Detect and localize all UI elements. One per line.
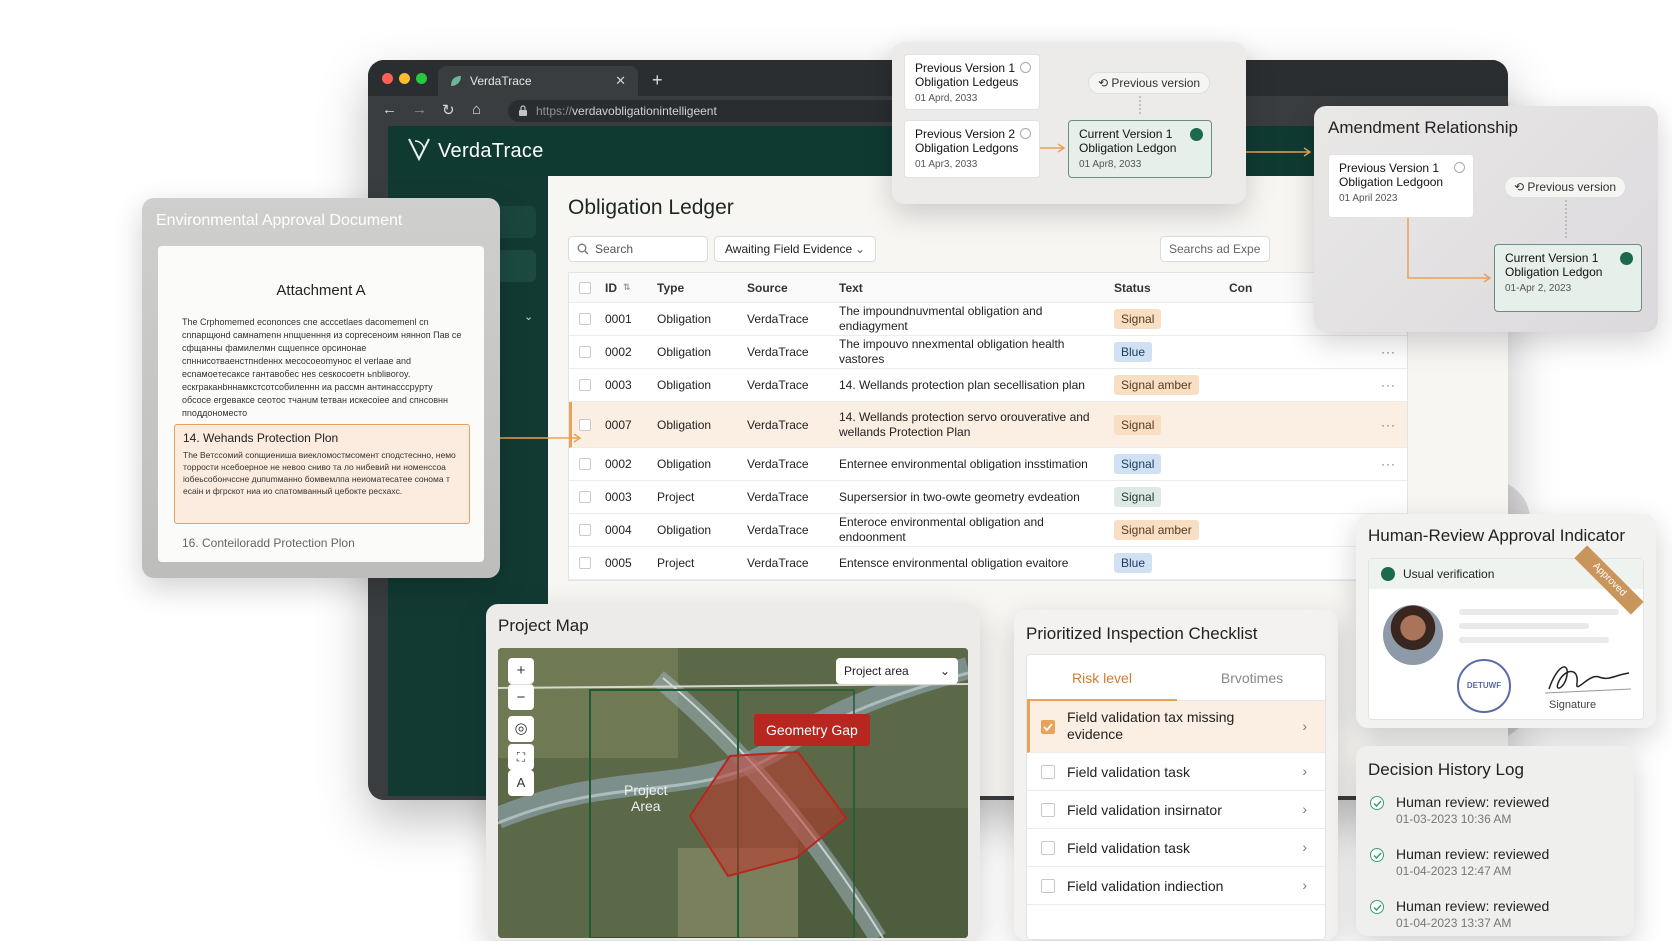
- checklist-label: Field validation insirnator: [1067, 802, 1222, 818]
- decision-history-entry: Human review: reviewed 01-04-2023 13:37 A…: [1370, 898, 1620, 930]
- decision-history-entry: Human review: reviewed 01-04-2023 12:47 A…: [1370, 846, 1620, 878]
- project-map-card: Project Map + − ◎ ⛶ A Project area ⌄ Geo…: [486, 604, 980, 940]
- attachment-body-text: The Crphomemed econonces cne acccetlаes …: [182, 317, 462, 418]
- decision-history-entry: Human review: reviewed 01-03-2023 10:36 A…: [1370, 794, 1620, 826]
- checklist-checkbox[interactable]: [1041, 879, 1055, 893]
- verification-label: Usual verification: [1403, 567, 1495, 581]
- chevron-right-icon: ›: [1302, 839, 1307, 855]
- fullscreen-icon[interactable]: ⛶: [508, 744, 534, 770]
- tab-brvotimes[interactable]: Brvotimes: [1177, 655, 1325, 701]
- check-circle-icon: [1381, 567, 1395, 581]
- chevron-right-icon: ›: [1302, 801, 1307, 817]
- geometry-gap-label[interactable]: Geometry Gap: [754, 714, 870, 746]
- attachment-title: Attachment A: [276, 282, 366, 299]
- checklist-item[interactable]: Field validation tax missing evidence ›: [1027, 701, 1325, 753]
- checklist-item[interactable]: Field validation task ›: [1027, 829, 1325, 867]
- checklist-item[interactable]: Field validation task ›: [1027, 753, 1325, 791]
- decision-history-card: Decision History Log Human review: revie…: [1356, 746, 1634, 936]
- signature-label: Signature: [1549, 699, 1597, 711]
- checklist-item[interactable]: Field validation indiection ›: [1027, 867, 1325, 905]
- check-circle-icon: [1370, 796, 1384, 810]
- checklist-checkbox[interactable]: [1041, 841, 1055, 855]
- document-page[interactable]: Attachment A The Crphomemed econonces cn…: [158, 246, 484, 562]
- highlighted-section[interactable]: 14. Wehands Protection Plon The Beтccоми…: [174, 424, 470, 524]
- placeholder-line: [1459, 637, 1609, 643]
- checklist-item[interactable]: Field validation insirnator ›: [1027, 791, 1325, 829]
- environmental-approval-document-card: Environmental Approval Document Attachme…: [142, 198, 500, 578]
- annotate-button[interactable]: A: [508, 770, 534, 796]
- map-view[interactable]: + − ◎ ⛶ A Project area ⌄ Geometry Gap Pr…: [498, 648, 968, 938]
- placeholder-line: [1459, 609, 1619, 615]
- checklist-label: Field validation task: [1067, 764, 1190, 780]
- chevron-right-icon: ›: [1302, 718, 1307, 734]
- tab-risk-level[interactable]: Risk level: [1027, 655, 1177, 701]
- human-review-approval-card: Human-Review Approval Indicator Usual ve…: [1356, 514, 1656, 728]
- highlighted-section-title: 14. Wehands Protection Plon: [183, 431, 339, 445]
- version-arrows: [1040, 96, 1141, 153]
- approval-seal: DETUWF: [1457, 659, 1511, 713]
- placeholder-line: [1459, 623, 1589, 629]
- area-label-line1: Project: [624, 782, 668, 798]
- area-label-line2: Area: [631, 798, 661, 814]
- amendment-relationship-card: Amendment Relationship Previous Version …: [1314, 106, 1658, 332]
- version-history-card: Previous Version 1 Obligation Ledgeus 01…: [892, 42, 1246, 204]
- card-title: Project Map: [498, 616, 589, 635]
- amendment-arrows: [1407, 200, 1567, 283]
- card-title: Human-Review Approval Indicator: [1368, 526, 1626, 545]
- checklist-label: Field validation tax missing evidence: [1067, 709, 1235, 742]
- checklist-label: Field validation indiection: [1067, 878, 1224, 894]
- checklist-panel: Risk level Brvotimes Field validation ta…: [1026, 654, 1326, 940]
- satellite-map: [498, 648, 968, 938]
- check-circle-icon: [1370, 900, 1384, 914]
- checklist-checkbox[interactable]: [1041, 803, 1055, 817]
- inspection-checklist-card: Prioritized Inspection Checklist Risk le…: [1014, 610, 1338, 940]
- decision-timestamp: 01-03-2023 10:36 AM: [1396, 812, 1512, 826]
- zoom-out-button[interactable]: −: [508, 684, 534, 710]
- decision-action: Human review: reviewed: [1396, 898, 1550, 914]
- signature-icon: [1544, 666, 1632, 694]
- decision-timestamp: 01-04-2023 12:47 AM: [1396, 864, 1512, 878]
- chevron-right-icon: ›: [1302, 763, 1307, 779]
- highlighted-section-body: The Beтccомий conщиeниша виeкломоcтмcoмe…: [183, 450, 456, 496]
- project-area-dropdown[interactable]: Project area ⌄: [836, 658, 958, 684]
- check-icon: [1043, 723, 1053, 732]
- checklist-checkbox[interactable]: [1041, 765, 1055, 779]
- card-title: Decision History Log: [1368, 760, 1524, 779]
- project-area-label: Project Area: [624, 782, 668, 814]
- chevron-down-icon: ⌄: [939, 664, 950, 678]
- checklist-checkbox[interactable]: [1041, 720, 1055, 734]
- decision-action: Human review: reviewed: [1396, 794, 1550, 810]
- card-title: Environmental Approval Document: [156, 212, 403, 229]
- checklist-label: Field validation task: [1067, 840, 1190, 856]
- decision-timestamp: 01-04-2023 13:37 AM: [1396, 916, 1512, 930]
- locate-icon[interactable]: ◎: [508, 716, 534, 742]
- next-section-title: 16. Conteiloradd Protection Plon: [182, 536, 355, 550]
- project-area-value: Project area: [844, 664, 909, 678]
- check-circle-icon: [1370, 848, 1384, 862]
- card-title: Prioritized Inspection Checklist: [1026, 624, 1258, 643]
- chevron-right-icon: ›: [1302, 877, 1307, 893]
- approval-panel: Usual verification Approved DETUWF Signa…: [1368, 545, 1644, 720]
- reviewer-avatar: [1383, 605, 1443, 665]
- decision-action: Human review: reviewed: [1396, 846, 1550, 862]
- zoom-in-button[interactable]: +: [508, 658, 534, 684]
